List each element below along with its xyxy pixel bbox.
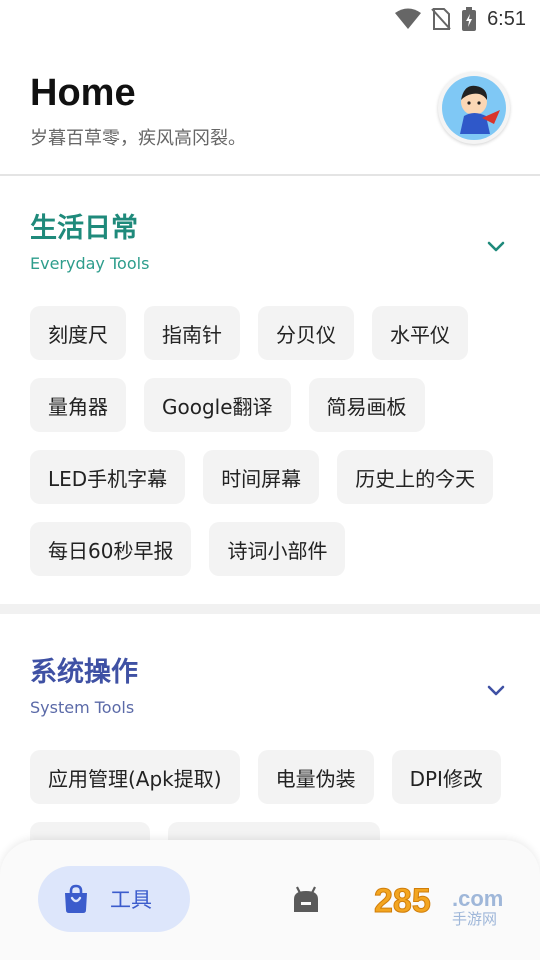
tool-chip[interactable]: 历史上的今天 (337, 450, 494, 504)
watermark-logo: 285 .com 手游网 (372, 878, 518, 930)
nav-tab-tools[interactable]: 工具 (38, 866, 190, 932)
wifi-icon (395, 8, 422, 29)
section-subtitle: System Tools (30, 698, 135, 717)
page-subtitle: 岁暮百草零，疾风高冈裂。 (30, 128, 246, 149)
svg-text:手游网: 手游网 (452, 910, 497, 926)
everyday-tools-list: 刻度尺 指南针 分贝仪 水平仪 量角器 Google翻译 简易画板 LED手机字… (30, 306, 520, 576)
tool-chip[interactable]: 简易画板 (308, 378, 425, 432)
header-divider (0, 174, 540, 176)
nav-tab-android[interactable] (290, 885, 322, 917)
chevron-down-icon[interactable] (486, 236, 506, 256)
bottom-nav: 工具 285 .com 手游网 (0, 840, 540, 960)
status-icons: 6:51 (395, 6, 526, 32)
tool-chip[interactable]: 时间屏幕 (203, 450, 320, 504)
tool-chip[interactable]: Google翻译 (144, 378, 291, 432)
tool-chip[interactable]: 刻度尺 (30, 306, 126, 360)
chevron-down-icon[interactable] (486, 680, 506, 700)
battery-charging-icon (462, 7, 477, 31)
tool-chip[interactable]: DPI修改 (391, 750, 501, 804)
status-time: 6:51 (487, 7, 526, 30)
section-title: 系统操作 (30, 657, 138, 688)
tool-chip[interactable]: 电量伪装 (257, 750, 374, 804)
nav-tab-label: 工具 (110, 888, 152, 912)
page-title: Home (30, 72, 136, 114)
section-title: 生活日常 (30, 213, 138, 244)
section-system-tools[interactable]: 系统操作 System Tools (30, 650, 510, 730)
section-separator (0, 604, 540, 614)
tool-chip[interactable]: 分贝仪 (258, 306, 354, 360)
bag-icon (65, 884, 87, 913)
tool-chip[interactable]: 水平仪 (372, 306, 468, 360)
tool-chip[interactable]: 每日60秒早报 (30, 522, 192, 576)
section-everyday-tools[interactable]: 生活日常 Everyday Tools (30, 206, 510, 286)
tool-chip[interactable]: 量角器 (30, 378, 126, 432)
android-robot-icon (294, 886, 318, 912)
tool-chip[interactable]: 指南针 (144, 306, 240, 360)
header: Home 岁暮百草零，疾风高冈裂。 (30, 60, 510, 160)
tool-chip[interactable]: 诗词小部件 (209, 522, 346, 576)
avatar-image (442, 76, 506, 140)
status-bar: 6:51 (0, 0, 540, 36)
tool-chip[interactable]: LED手机字幕 (30, 450, 186, 504)
avatar[interactable] (438, 72, 510, 144)
tool-chip[interactable]: 应用管理(Apk提取) (30, 750, 240, 804)
no-sim-icon (431, 8, 451, 30)
svg-text:.com: .com (452, 886, 503, 911)
section-subtitle: Everyday Tools (30, 254, 150, 273)
svg-text:285: 285 (374, 882, 431, 920)
